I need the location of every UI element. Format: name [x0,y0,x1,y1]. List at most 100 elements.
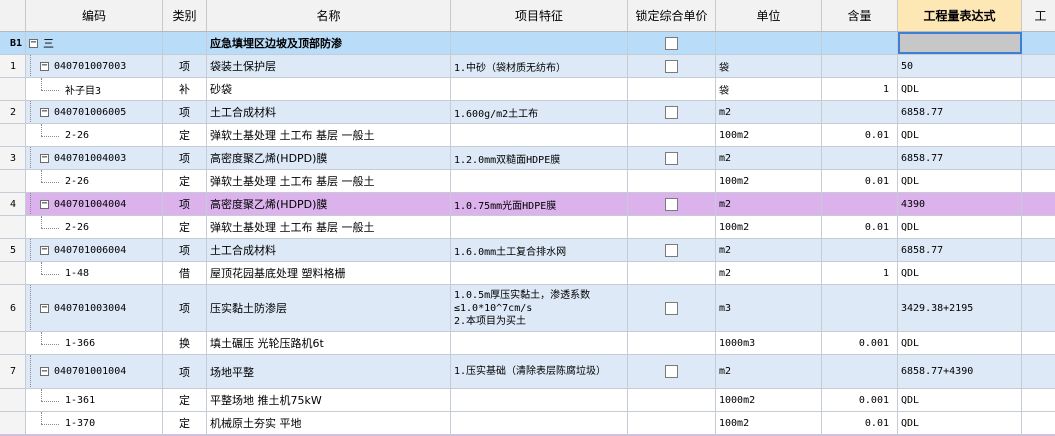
lock-checkbox[interactable] [665,301,678,315]
bill-item-row[interactable]: 5−040701006004 项土工合成材料 1.6.0mm土工复合排水网 m2 685… [0,239,1055,262]
feature-cell[interactable]: 1.压实基础（清除表层陈腐垃圾） [451,355,628,388]
unit-cell[interactable]: 100m2 [716,216,822,238]
qty-cell[interactable] [822,285,898,331]
collapse-toggle-icon[interactable]: − [29,38,38,48]
header-unit[interactable]: 单位 [716,0,822,31]
sub-item-code[interactable]: 1-370 [26,412,163,434]
sub-item-row[interactable]: 1-366 换填土碾压 光轮压路机6t 1000m3 0.001 QDL [0,332,1055,355]
expr-cell[interactable]: QDL [898,216,1022,238]
lock-cell[interactable] [628,78,716,100]
expr-cell[interactable]: 50 [898,55,1022,77]
feature-cell[interactable] [451,170,628,192]
lock-checkbox[interactable] [665,151,678,165]
bill-item-row[interactable]: 3−040701004003 项高密度聚乙烯(HDPD)膜 1.2.0mm双糙面HD… [0,147,1055,170]
item-code[interactable]: −040701006005 [26,101,163,123]
sub-item-row[interactable]: 2-26 定弹软土基处理 土工布 基层 一般土 100m2 0.01 QDL [0,124,1055,147]
name-cell[interactable]: 高密度聚乙烯(HDPD)膜 [207,193,451,215]
header-feature[interactable]: 项目特征 [451,0,628,31]
sub-item-row[interactable]: 2-26 定弹软土基处理 土工布 基层 一般土 100m2 0.01 QDL [0,170,1055,193]
feature-cell[interactable]: 1.0.5m厚压实黏土，渗透系数≤1.0*10^7cm/s 2.本项目为买土 [451,285,628,331]
name-cell[interactable]: 填土碾压 光轮压路机6t [207,332,451,354]
lock-cell[interactable] [628,170,716,192]
feature-cell[interactable]: 1.2.0mm双糙面HDPE膜 [451,147,628,169]
sub-item-row[interactable]: 1-48 借屋顶花园基底处理 塑料格栅 m2 1 QDL [0,262,1055,285]
header-lock[interactable]: 锁定综合单价 [628,0,716,31]
expr-cell[interactable]: 6858.77+4390 [898,355,1022,388]
feature-cell[interactable]: 1.600g/m2土工布 [451,101,628,123]
qty-cell[interactable] [822,355,898,388]
expr-cell[interactable]: 4390 [898,193,1022,215]
collapse-toggle-icon[interactable]: − [40,245,49,255]
lock-cell[interactable] [628,55,716,77]
collapse-toggle-icon[interactable]: − [40,366,49,376]
item-code[interactable]: −040701001004 [26,355,163,388]
name-cell[interactable]: 袋装土保护层 [207,55,451,77]
unit-cell[interactable]: m2 [716,262,822,284]
lock-cell[interactable] [628,101,716,123]
expr-cell[interactable]: QDL [898,170,1022,192]
qty-cell[interactable] [822,55,898,77]
qty-cell[interactable]: 0.01 [822,412,898,434]
lock-checkbox[interactable] [665,197,678,211]
sub-item-code[interactable]: 2-26 [26,124,163,146]
expr-cell[interactable]: 6858.77 [898,101,1022,123]
unit-cell[interactable]: 1000m3 [716,332,822,354]
expr-cell[interactable]: 3429.38+2195 [898,285,1022,331]
qty-cell[interactable]: 0.01 [822,170,898,192]
lock-checkbox[interactable] [665,36,678,50]
item-code[interactable]: −040701004003 [26,147,163,169]
lock-cell[interactable] [628,285,716,331]
name-cell[interactable]: 高密度聚乙烯(HDPD)膜 [207,147,451,169]
qty-cell[interactable] [822,101,898,123]
expr-cell[interactable]: QDL [898,332,1022,354]
feature-cell[interactable] [451,412,628,434]
item-code[interactable]: −040701003004 [26,285,163,331]
qty-cell[interactable]: 0.001 [822,389,898,411]
name-cell[interactable]: 土工合成材料 [207,101,451,123]
item-code[interactable]: −040701007003 [26,55,163,77]
bill-item-row[interactable]: 7−040701001004 项场地平整 1.压实基础（清除表层陈腐垃圾） m2 685… [0,355,1055,389]
name-cell[interactable]: 弹软土基处理 土工布 基层 一般土 [207,216,451,238]
name-cell[interactable]: 屋顶花园基底处理 塑料格栅 [207,262,451,284]
feature-cell[interactable] [451,216,628,238]
name-cell[interactable]: 弹软土基处理 土工布 基层 一般土 [207,170,451,192]
unit-cell[interactable]: m2 [716,239,822,261]
name-cell[interactable]: 砂袋 [207,78,451,100]
lock-cell[interactable] [628,262,716,284]
qty-cell[interactable]: 1 [822,262,898,284]
name-cell[interactable]: 平整场地 推土机75kW [207,389,451,411]
lock-checkbox[interactable] [665,365,678,378]
sub-item-row[interactable]: 补子目3 补砂袋 袋 1 QDL [0,78,1055,101]
lock-cell[interactable] [628,124,716,146]
sub-item-code[interactable]: 1-361 [26,389,163,411]
item-code[interactable]: −040701004004 [26,193,163,215]
header-extra[interactable]: 工 [1022,0,1055,31]
name-cell[interactable]: 土工合成材料 [207,239,451,261]
sub-item-code[interactable]: 2-26 [26,170,163,192]
unit-cell[interactable]: m2 [716,355,822,388]
sub-item-row[interactable]: 1-361 定平整场地 推土机75kW 1000m2 0.001 QDL [0,389,1055,412]
header-type[interactable]: 类别 [163,0,207,31]
feature-cell[interactable]: 1.6.0mm土工复合排水网 [451,239,628,261]
sub-item-row[interactable]: 2-26 定弹软土基处理 土工布 基层 一般土 100m2 0.01 QDL [0,216,1055,239]
lock-checkbox[interactable] [665,105,678,119]
sub-item-code[interactable]: 2-26 [26,216,163,238]
collapse-toggle-icon[interactable]: − [40,107,49,117]
lock-cell[interactable] [628,412,716,434]
unit-cell[interactable]: 袋 [716,78,822,100]
lock-cell[interactable] [628,216,716,238]
unit-cell[interactable]: m2 [716,147,822,169]
lock-cell[interactable] [628,389,716,411]
feature-cell[interactable] [451,389,628,411]
expr-cell[interactable]: QDL [898,412,1022,434]
sub-item-code[interactable]: 1-366 [26,332,163,354]
lock-cell[interactable] [628,239,716,261]
section-code[interactable]: − 三 [26,32,163,54]
lock-cell[interactable] [628,355,716,388]
sub-item-code[interactable]: 补子目3 [26,78,163,100]
name-cell[interactable]: 压实黏土防渗层 [207,285,451,331]
bill-item-row[interactable]: 2−040701006005 项土工合成材料 1.600g/m2土工布 m2 6858.… [0,101,1055,124]
expr-cell-selected[interactable] [898,32,1022,54]
qty-cell[interactable] [822,147,898,169]
unit-cell[interactable]: 1000m2 [716,389,822,411]
